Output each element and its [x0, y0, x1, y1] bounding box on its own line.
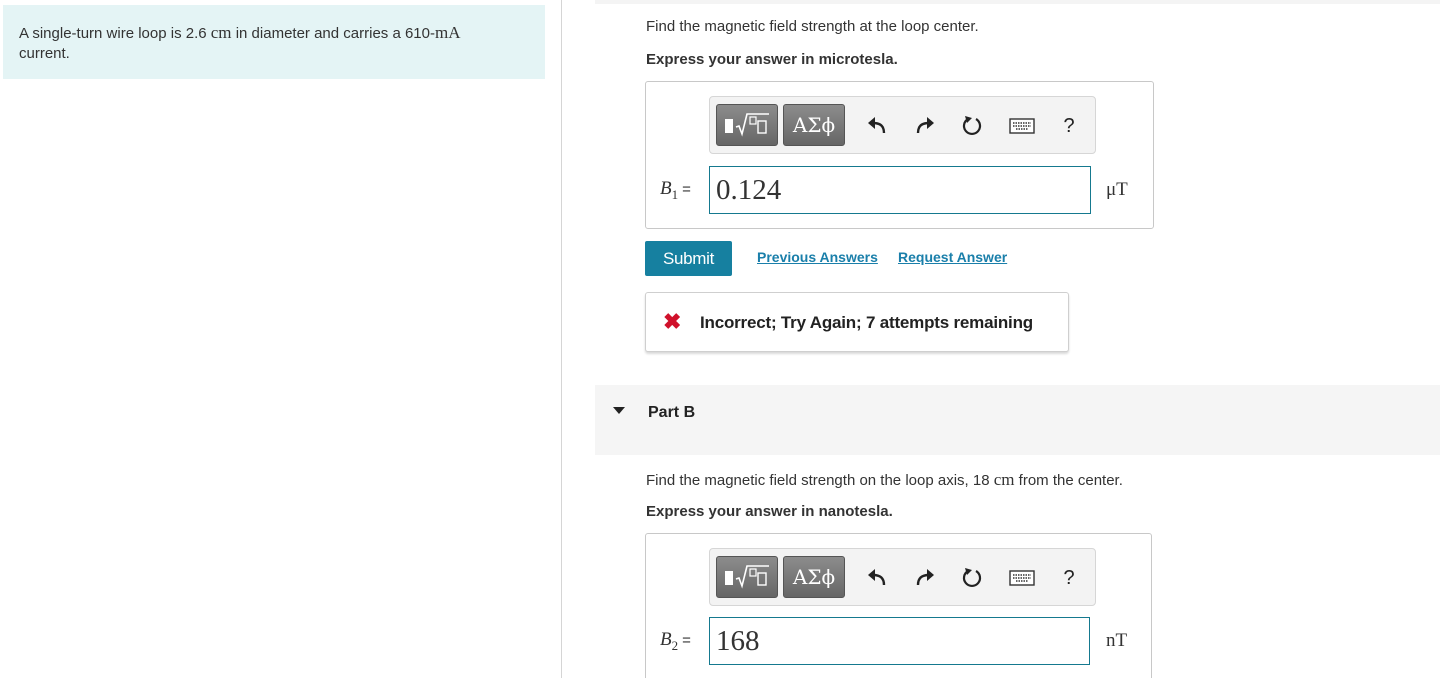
answer-input-b2[interactable]: 168: [709, 617, 1090, 665]
part-b-title: Part B: [648, 404, 696, 421]
keyboard-icon[interactable]: [1007, 566, 1037, 590]
submit-button[interactable]: Submit: [645, 241, 732, 276]
reset-icon[interactable]: [960, 566, 984, 590]
part-b-question-2: from the center.: [1014, 472, 1123, 489]
variable-symbol: B: [660, 178, 672, 199]
greek-symbols-button-b[interactable]: ΑΣϕ: [783, 556, 845, 598]
templates-button[interactable]: [716, 104, 778, 146]
top-strip: [595, 0, 1440, 4]
column-divider: [561, 0, 562, 678]
problem-unit-cm: cm: [210, 23, 232, 42]
incorrect-x-icon: ✖: [663, 309, 682, 334]
reset-icon[interactable]: [960, 114, 984, 138]
problem-text-3: current.: [19, 45, 70, 62]
collapse-caret-icon[interactable]: [613, 407, 625, 414]
help-icon[interactable]: ?: [1057, 566, 1081, 590]
answer-input-b1[interactable]: 0.124: [709, 166, 1091, 214]
feedback-box: ✖ Incorrect; Try Again; 7 attempts remai…: [645, 292, 1069, 352]
part-b-instruction: Express your answer in nanotesla.: [646, 503, 893, 520]
part-b-question: Find the magnetic field strength on the …: [646, 470, 1123, 490]
variable-label-b1: B1 =: [660, 178, 691, 203]
math-toolbar: ΑΣϕ ?: [709, 96, 1096, 154]
templates-icon: [725, 113, 769, 137]
undo-icon[interactable]: [865, 114, 889, 138]
variable-subscript: 1: [671, 186, 679, 202]
undo-icon[interactable]: [865, 566, 889, 590]
math-toolbar-b: ΑΣϕ ?: [709, 548, 1096, 606]
part-a-answer-box: ΑΣϕ ? B1 = 0.124 μT: [645, 81, 1154, 229]
templates-icon: [725, 565, 769, 589]
part-b-question-unit: cm: [993, 470, 1015, 489]
variable-label-b2: B2 =: [660, 629, 691, 654]
greek-symbols-button[interactable]: ΑΣϕ: [783, 104, 845, 146]
unit-label-b2: nT: [1106, 630, 1128, 651]
templates-button-b[interactable]: [716, 556, 778, 598]
problem-text-1: A single-turn wire loop is 2.6: [19, 25, 211, 42]
part-a-question: Find the magnetic field strength at the …: [646, 18, 979, 35]
help-icon[interactable]: ?: [1057, 114, 1081, 138]
request-answer-link[interactable]: Request Answer: [898, 249, 1007, 265]
feedback-text: Incorrect; Try Again; 7 attempts remaini…: [700, 313, 1033, 332]
variable-symbol: B: [660, 629, 672, 650]
unit-label-b1: μT: [1106, 179, 1128, 200]
problem-unit-ma: mA: [434, 23, 461, 42]
problem-statement: A single-turn wire loop is 2.6 cm in dia…: [3, 5, 545, 79]
part-b-question-1: Find the magnetic field strength on the …: [646, 472, 994, 489]
previous-answers-link[interactable]: Previous Answers: [757, 249, 878, 265]
equals-sign: =: [682, 632, 691, 649]
variable-subscript: 2: [671, 637, 679, 653]
part-b-header[interactable]: Part B: [595, 385, 1440, 455]
equals-sign: =: [682, 181, 691, 198]
redo-icon[interactable]: [913, 566, 937, 590]
redo-icon[interactable]: [913, 114, 937, 138]
part-a-instruction: Express your answer in microtesla.: [646, 51, 898, 68]
keyboard-icon[interactable]: [1007, 114, 1037, 138]
problem-text-2: in diameter and carries a 610-: [231, 25, 435, 42]
part-b-answer-box: ΑΣϕ ? B2 = 168 nT: [645, 533, 1152, 678]
